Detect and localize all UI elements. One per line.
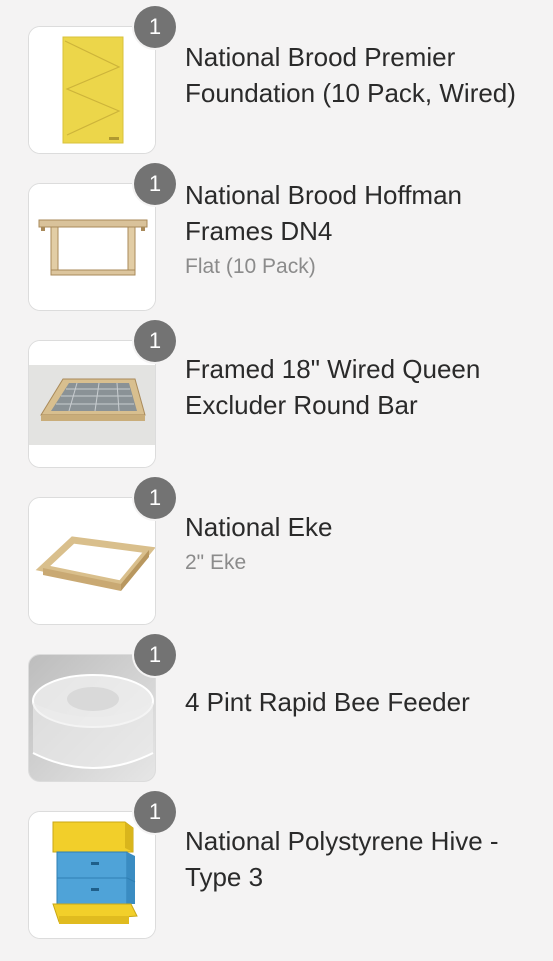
cart-item[interactable]: 1 National Brood Hoffman Frames DN4 Flat… [0, 163, 553, 333]
cart-item[interactable]: 1 National Brood Premier Foundation (10 … [0, 6, 553, 176]
quantity-badge: 1 [134, 634, 176, 676]
item-details: National Brood Hoffman Frames DN4 Flat (… [185, 177, 545, 282]
item-title-line: Excluder Round Bar [185, 390, 418, 420]
product-thumbnail[interactable]: 1 [28, 791, 176, 939]
item-title-line: Framed 18" Wired Queen [185, 354, 481, 384]
item-title-line: National Brood Hoffman [185, 180, 463, 210]
item-title-line: National Polystyrene Hive - [185, 826, 499, 856]
item-title-line: Frames DN4 [185, 216, 333, 246]
item-details: Framed 18" Wired Queen Excluder Round Ba… [185, 351, 545, 423]
product-thumbnail[interactable]: 1 [28, 6, 176, 154]
product-thumbnail[interactable]: 1 [28, 320, 176, 468]
item-details: National Polystyrene Hive - Type 3 [185, 823, 545, 895]
item-title-line: National Brood Premier [185, 42, 456, 72]
wooden-frame-image [28, 183, 156, 311]
item-title-line: National Eke [185, 512, 333, 542]
cart-item[interactable]: 1 National Eke 2" Eke [0, 477, 553, 647]
item-title-line: Type 3 [185, 862, 264, 892]
item-details: 4 Pint Rapid Bee Feeder [185, 684, 545, 720]
product-thumbnail[interactable]: 1 [28, 477, 176, 625]
product-thumbnail[interactable]: 1 [28, 163, 176, 311]
cart-item[interactable]: 1 National Polystyrene Hive - Type 3 [0, 791, 553, 961]
cart-item[interactable]: 1 4 Pint Rapid Bee Feeder [0, 634, 553, 804]
quantity-badge: 1 [134, 477, 176, 519]
product-thumbnail[interactable]: 1 [28, 634, 176, 782]
quantity-badge: 1 [134, 320, 176, 362]
quantity-badge: 1 [134, 791, 176, 833]
bee-feeder-image [28, 654, 156, 782]
item-title-line: Foundation (10 Pack, Wired) [185, 78, 516, 108]
polystyrene-hive-image [28, 811, 156, 939]
item-details: National Brood Premier Foundation (10 Pa… [185, 39, 545, 111]
item-title-line: 4 Pint Rapid Bee Feeder [185, 687, 470, 717]
quantity-badge: 1 [134, 163, 176, 205]
item-variant: 2" Eke [185, 551, 247, 574]
foundation-sheet-image [28, 26, 156, 154]
wooden-eke-image [28, 497, 156, 625]
quantity-badge: 1 [134, 6, 176, 48]
cart-item-list: 1 National Brood Premier Foundation (10 … [0, 0, 553, 946]
item-variant: Flat (10 Pack) [185, 255, 316, 278]
queen-excluder-image [28, 340, 156, 468]
cart-item[interactable]: 1 Framed 18" Wired Queen Excluder Round … [0, 320, 553, 490]
item-details: National Eke 2" Eke [185, 509, 545, 578]
